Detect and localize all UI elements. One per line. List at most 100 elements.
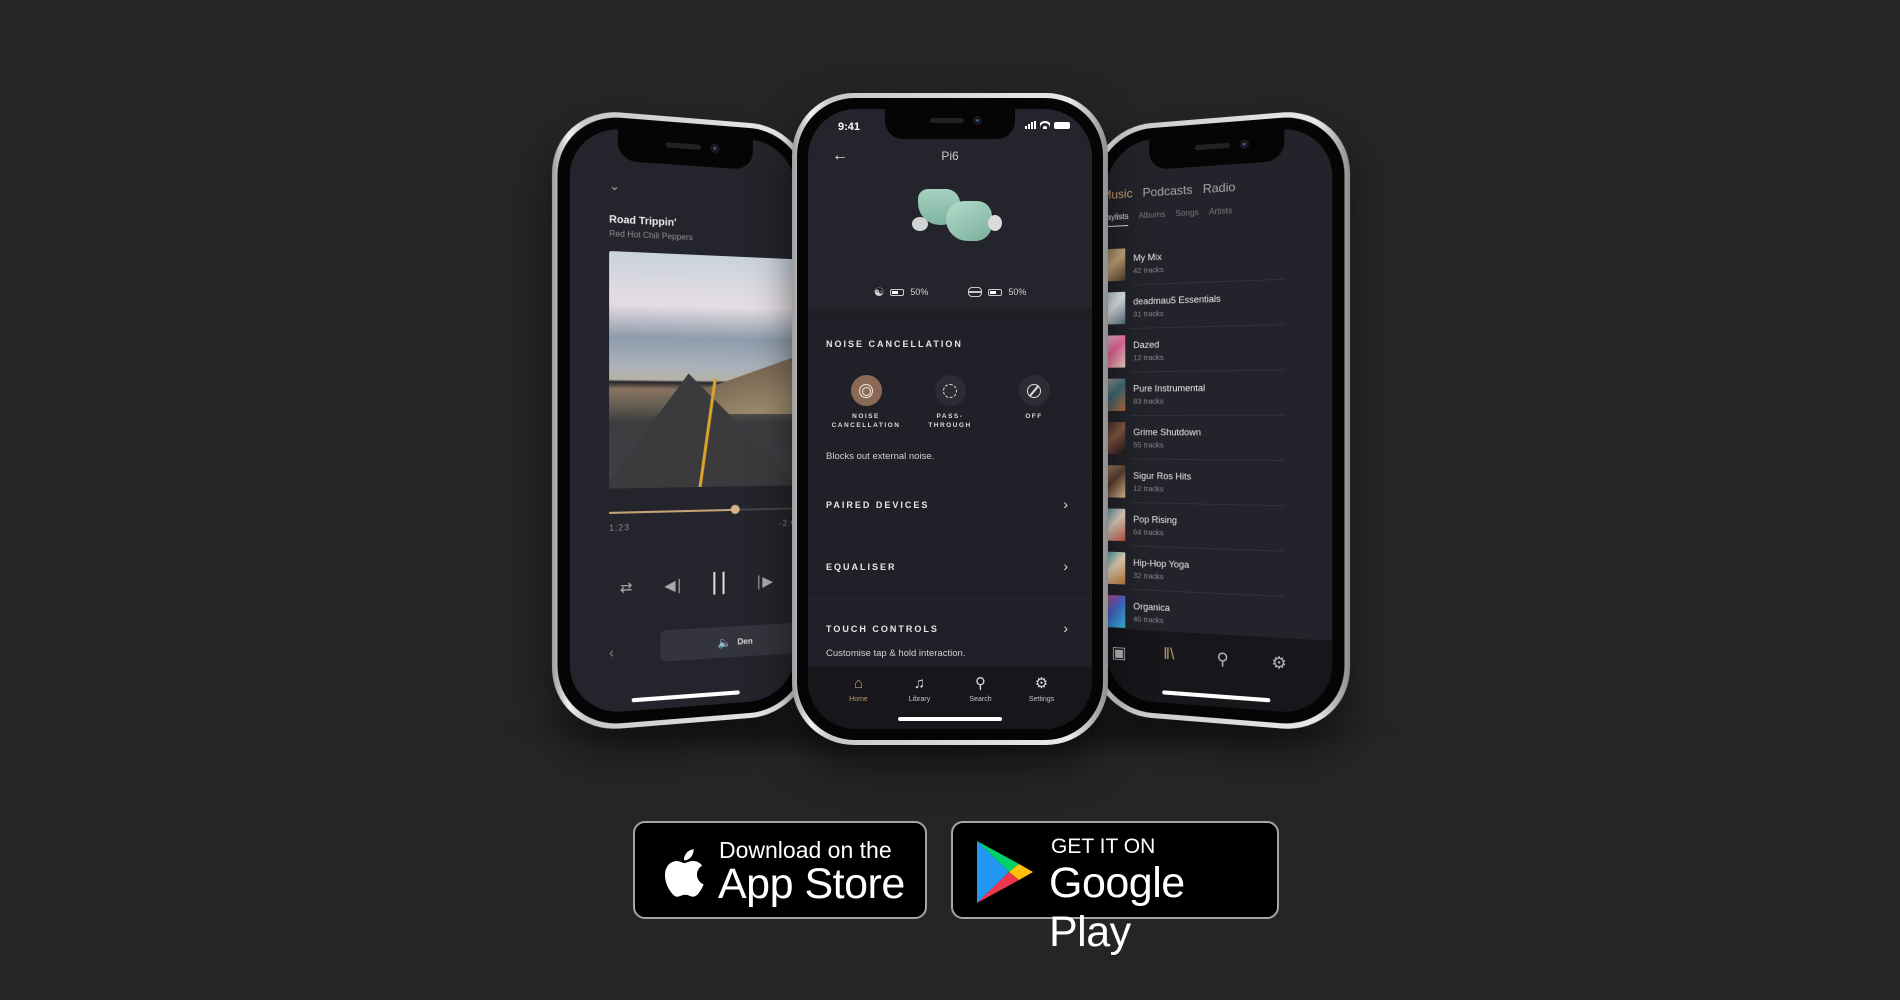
device-settings-screen: 9:41 ← Pi6 ☯ 50% 50% NOISE CANCELLATION … xyxy=(808,109,1092,729)
status-icons xyxy=(1025,121,1070,129)
search-icon: ⚲ xyxy=(975,675,986,692)
tab-podcasts[interactable]: Podcasts xyxy=(1143,182,1193,199)
subtab-playlists[interactable]: Playlists xyxy=(1105,211,1129,228)
next-icon[interactable]: ∣▶ xyxy=(755,572,773,590)
playlist-item[interactable]: Sigur Ros Hits 12 tracks xyxy=(1105,459,1285,506)
playlist-thumbnail xyxy=(1105,334,1126,368)
playlist-text: Pure Instrumental 83 tracks xyxy=(1133,382,1205,405)
playlist-text: My Mix 42 tracks xyxy=(1133,251,1163,275)
playlist-name: My Mix xyxy=(1133,251,1162,263)
playlist-name: deadmau5 Essentials xyxy=(1133,293,1221,307)
library-icon: ♫ xyxy=(913,675,926,692)
option-label: OFF xyxy=(1025,413,1043,420)
battery-icon xyxy=(890,288,905,296)
divider xyxy=(808,309,1092,317)
playlist-track-count: 40 tracks xyxy=(1133,613,1164,625)
tab-music[interactable]: Music xyxy=(1106,186,1133,202)
playlist-text: Pop Rising 64 tracks xyxy=(1133,514,1177,538)
playlist-track-count: 42 tracks xyxy=(1133,264,1164,275)
output-device-button[interactable]: 🔈 Den xyxy=(660,622,797,662)
playlist-name: Pure Instrumental xyxy=(1133,382,1206,394)
notch xyxy=(617,129,753,170)
page-title: Pi6 xyxy=(941,149,959,163)
playlist-item[interactable]: Grime Shutdown 55 tracks xyxy=(1105,416,1285,461)
notch xyxy=(885,109,1015,139)
noise-option-anc[interactable]: NOISE CANCELLATION xyxy=(826,375,906,430)
playlist-text: Dazed 12 tracks xyxy=(1133,339,1163,362)
playlist-list: My Mix 42 tracks deadmau5 Essentials 31 tra… xyxy=(1105,235,1285,643)
playlist-track-count: 12 tracks xyxy=(1133,352,1164,362)
earbuds-battery: ☯ 50% xyxy=(874,285,929,299)
subtab-songs[interactable]: Songs xyxy=(1175,208,1198,224)
library-screen: Music Podcasts Radio Playlists Albums So… xyxy=(1105,125,1333,716)
passthrough-icon xyxy=(934,375,966,406)
now-playing-screen: ⌄ Road Trippin' Red Hot Chili Peppers 1:… xyxy=(569,125,797,716)
library-tab-bar: ▣ ‖\ ⚲ ⚙ xyxy=(1105,627,1333,716)
tab-radio[interactable]: Radio xyxy=(1203,180,1236,197)
playlist-thumbnail xyxy=(1105,247,1126,282)
playlist-text: Hip-Hop Yoga 32 tracks xyxy=(1133,557,1189,582)
output-device-label: Den xyxy=(737,635,753,647)
settings-panel: NOISE CANCELLATION NOISE CANCELLATION PAS… xyxy=(808,317,1092,677)
noise-option-off[interactable]: OFF xyxy=(994,375,1074,430)
playlist-item[interactable]: My Mix 42 tracks xyxy=(1105,235,1285,287)
tab-settings[interactable]: ⚙ Settings xyxy=(1017,675,1067,729)
battery-icon xyxy=(1054,121,1070,129)
progress-slider[interactable] xyxy=(609,504,797,515)
earbuds-battery-value: 50% xyxy=(910,287,929,297)
phone-device-settings: 9:41 ← Pi6 ☯ 50% 50% NOISE CANCELLATION … xyxy=(792,93,1108,745)
subtab-artists[interactable]: Artists xyxy=(1209,206,1232,222)
menu-sublabel: Customise tap & hold interaction. xyxy=(826,648,966,659)
progress-fill xyxy=(609,508,735,514)
menu-label: PAIRED DEVICES xyxy=(826,500,930,510)
playlist-name: Pop Rising xyxy=(1133,513,1177,525)
progress-handle[interactable] xyxy=(730,504,740,515)
pause-icon[interactable] xyxy=(713,571,726,595)
noise-cancellation-icon xyxy=(850,375,882,406)
playlist-name: Hip-Hop Yoga xyxy=(1133,557,1190,570)
noise-option-passthrough[interactable]: PASS- THROUGH xyxy=(910,375,990,430)
track-title: Road Trippin' xyxy=(609,214,677,230)
playlist-item[interactable]: deadmau5 Essentials 31 tracks xyxy=(1105,280,1285,330)
gear-icon[interactable]: ⚙ xyxy=(1271,652,1286,674)
playlist-item[interactable]: Dazed 12 tracks xyxy=(1105,325,1285,373)
playlist-track-count: 83 tracks xyxy=(1133,396,1164,406)
status-time: 9:41 xyxy=(838,121,861,133)
playlist-thumbnail xyxy=(1105,550,1126,585)
menu-label: TOUCH CONTROLS xyxy=(826,624,939,634)
earbuds-image xyxy=(910,183,1006,251)
playlist-text: Organica 40 tracks xyxy=(1133,601,1170,625)
home-icon: ⌂ xyxy=(853,675,864,692)
playlist-name: Grime Shutdown xyxy=(1133,426,1202,437)
chevron-right-icon: › xyxy=(1063,558,1068,574)
playlist-name: Sigur Ros Hits xyxy=(1133,470,1192,482)
playlist-thumbnail xyxy=(1105,464,1126,498)
playlist-thumbnail xyxy=(1105,593,1126,628)
shuffle-icon[interactable]: ⇄ xyxy=(620,578,633,596)
speaker-device-icon[interactable]: ▣ xyxy=(1111,642,1126,663)
playlist-item[interactable]: Pop Rising 64 tracks xyxy=(1105,502,1285,551)
noise-mode-selector: NOISE CANCELLATION PASS- THROUGH OFF xyxy=(826,375,1074,430)
menu-equaliser[interactable]: EQUALISER › xyxy=(808,537,1092,599)
chevron-left-icon[interactable]: ‹ xyxy=(609,644,614,661)
apple-icon xyxy=(664,849,704,897)
previous-icon[interactable]: ◀∣ xyxy=(664,576,683,594)
google-play-badge[interactable]: GET IT ON Google Play xyxy=(951,821,1279,956)
playlist-track-count: 12 tracks xyxy=(1133,483,1164,493)
noise-cancellation-heading: NOISE CANCELLATION xyxy=(826,339,963,349)
playlist-thumbnail xyxy=(1105,291,1126,325)
chevron-down-icon[interactable]: ⌄ xyxy=(609,178,620,193)
option-label: THROUGH xyxy=(928,422,972,429)
playlist-item[interactable]: Pure Instrumental 83 tracks xyxy=(1105,370,1285,416)
tab-home[interactable]: ⌂ Home xyxy=(834,675,884,729)
tab-label: Library xyxy=(908,696,931,703)
library-icon[interactable]: ‖\ xyxy=(1163,645,1174,664)
search-icon[interactable]: ⚲ xyxy=(1217,649,1229,671)
battery-icon xyxy=(988,288,1003,296)
app-store-badge[interactable]: Download on the App Store xyxy=(633,821,927,919)
subtab-albums[interactable]: Albums xyxy=(1139,210,1166,226)
menu-paired-devices[interactable]: PAIRED DEVICES › xyxy=(808,475,1092,537)
menu-touch-controls[interactable]: TOUCH CONTROLS › Customise tap & hold in… xyxy=(808,599,1092,661)
chevron-right-icon: › xyxy=(1063,620,1068,636)
wifi-icon xyxy=(1040,121,1050,129)
